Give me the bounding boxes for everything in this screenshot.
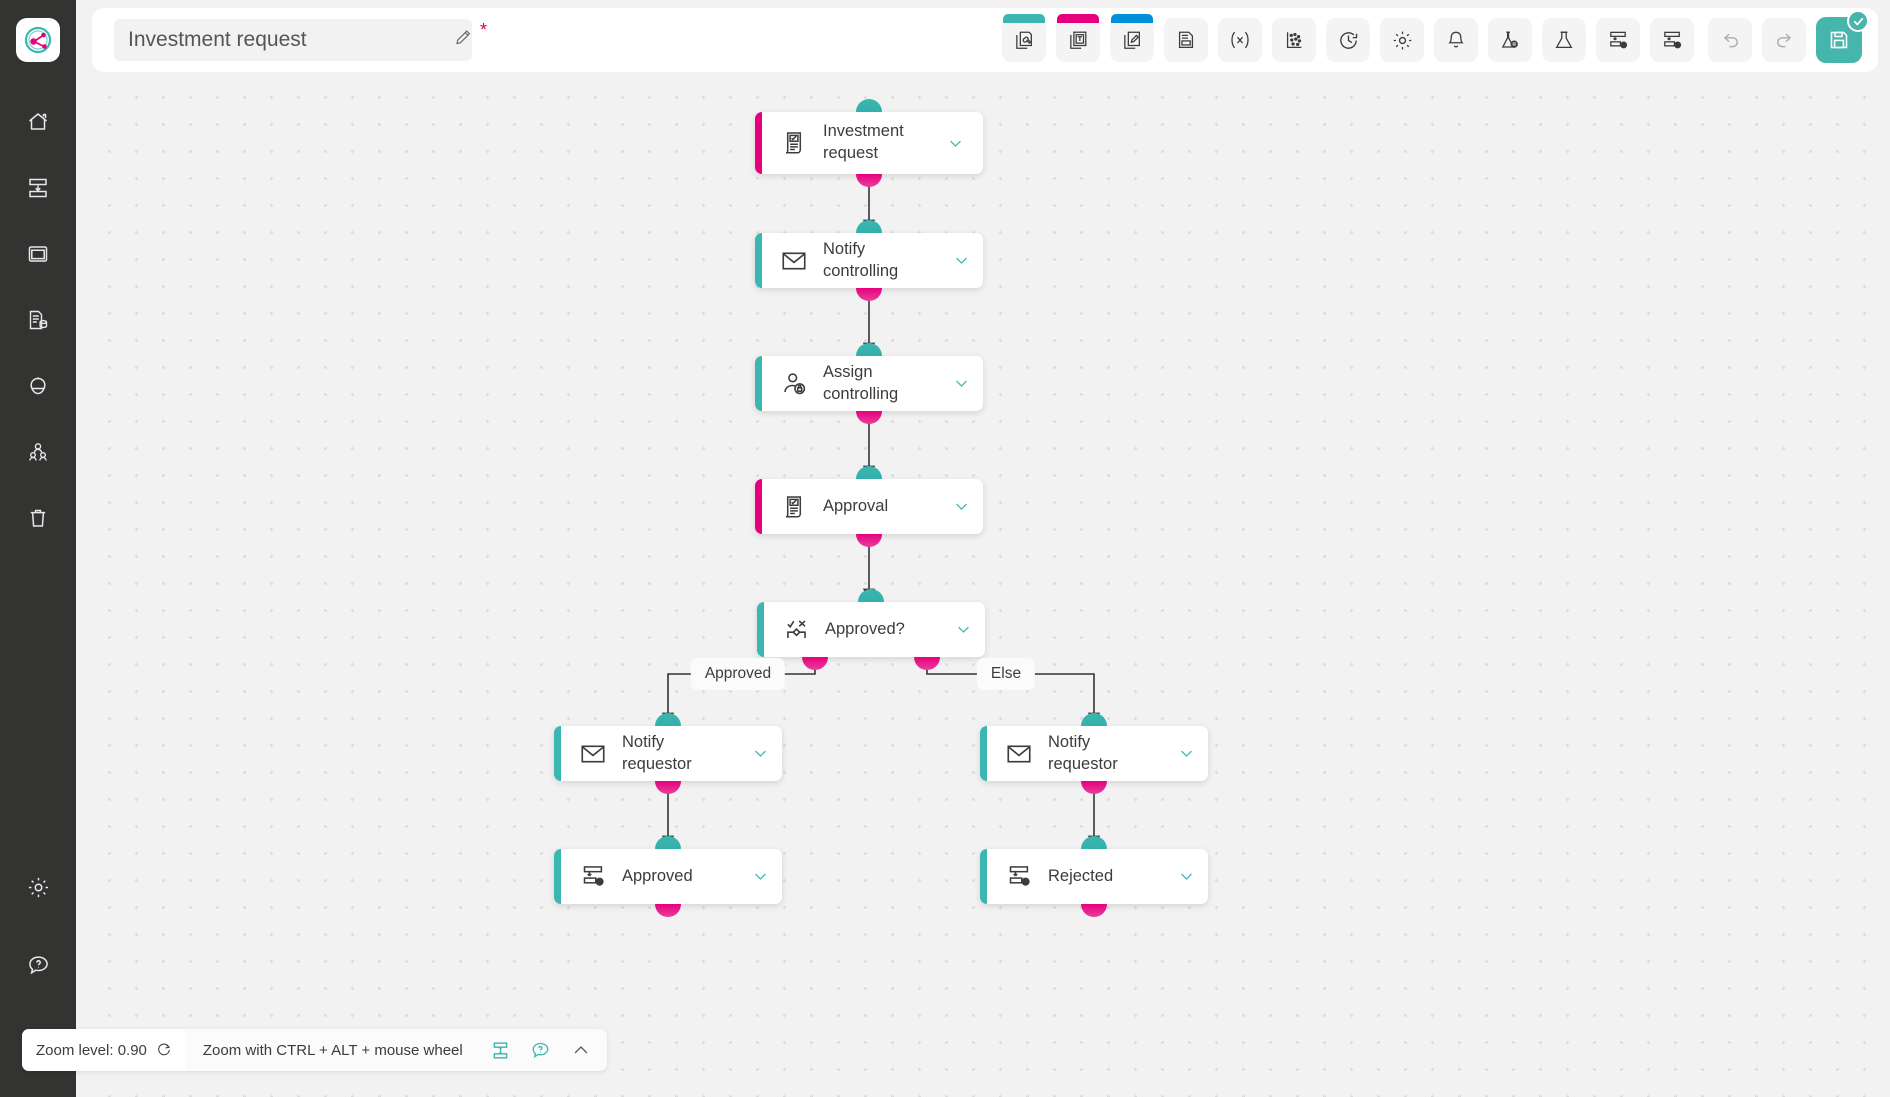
- app-logo[interactable]: [16, 18, 60, 62]
- toolbar-form-designer-button[interactable]: [1056, 14, 1100, 62]
- required-marker: *: [480, 20, 488, 40]
- node-stripe: [554, 726, 561, 781]
- node-n3[interactable]: Assign controlling: [755, 356, 983, 411]
- graph-edges: [661, 181, 1101, 849]
- chevron-down-icon[interactable]: [1164, 867, 1208, 886]
- node-label: Notify requestor: [1048, 732, 1118, 773]
- toolbar-data-points-button[interactable]: [1272, 18, 1316, 62]
- chevron-up-icon[interactable]: [561, 1030, 601, 1070]
- node-label: Notify controlling: [823, 239, 899, 280]
- svg-text:R: R: [1676, 42, 1679, 47]
- toolbar-experiment-button[interactable]: [1542, 18, 1586, 62]
- node-stripe: [757, 602, 764, 657]
- node-n6[interactable]: Notify requestor: [554, 726, 782, 781]
- node-label: Notify requestor: [622, 732, 692, 773]
- node-stripe: [755, 356, 762, 411]
- node-stripe: [755, 233, 762, 288]
- form-checklist-icon: [779, 494, 809, 520]
- node-label: Approved: [622, 866, 693, 885]
- node-label: Rejected: [1048, 866, 1114, 885]
- sidebar-item-data[interactable]: [16, 302, 60, 338]
- node-n2[interactable]: Notify controlling: [755, 233, 983, 288]
- svg-text:R: R: [1023, 880, 1027, 886]
- toolbar-undo-button[interactable]: [1708, 18, 1752, 62]
- envelope-icon: [1004, 740, 1034, 768]
- toolbar-notifications-button[interactable]: [1434, 18, 1478, 62]
- node-stripe: [980, 726, 987, 781]
- toolbar-variables-button[interactable]: [1218, 18, 1262, 62]
- envelope-icon: [578, 740, 608, 768]
- node-n4[interactable]: Approval: [755, 479, 983, 534]
- process-title-input[interactable]: [114, 19, 472, 61]
- chevron-down-icon[interactable]: [738, 867, 782, 886]
- zoom-control-bar: Zoom level: 0.90 Zoom with CTRL + ALT + …: [22, 1029, 607, 1071]
- toolbar-redo-button[interactable]: [1762, 18, 1806, 62]
- svg-text:R: R: [1622, 42, 1625, 47]
- fit-layout-icon[interactable]: [481, 1030, 521, 1070]
- node-stripe: [755, 479, 762, 534]
- chevron-down-icon[interactable]: [1164, 744, 1208, 763]
- node-n5[interactable]: Approved?: [757, 602, 985, 657]
- node-n9[interactable]: R Rejected: [980, 849, 1208, 904]
- chevron-down-icon[interactable]: [738, 744, 782, 763]
- zoom-hint-label: Zoom with CTRL + ALT + mouse wheel: [202, 1041, 463, 1059]
- node-label: Assign controlling: [823, 362, 899, 403]
- chevron-down-icon[interactable]: [933, 134, 977, 153]
- node-stripe: [980, 849, 987, 904]
- deploy-release-icon: R: [578, 863, 608, 890]
- node-stripe: [554, 849, 561, 904]
- envelope-icon: [779, 247, 809, 275]
- toolbar-buttons: R R: [1002, 10, 1869, 63]
- node-label: Approved?: [825, 619, 905, 638]
- process-title-group: *: [114, 19, 487, 61]
- chevron-down-icon[interactable]: [939, 497, 983, 516]
- process-canvas[interactable]: Investment request Notify controlling Assi…: [92, 80, 1890, 1097]
- edge-label: Else: [976, 658, 1036, 690]
- form-checklist-icon: [779, 130, 809, 156]
- toolbar-configure-process-button[interactable]: [1002, 14, 1046, 62]
- node-n8[interactable]: Notify requestor: [980, 726, 1208, 781]
- node-label: Investment request: [823, 122, 904, 162]
- process-graph: [92, 80, 1890, 1097]
- node-n1[interactable]: Investment request: [755, 112, 983, 174]
- node-stripe: [755, 112, 762, 174]
- chevron-down-icon[interactable]: [941, 620, 985, 639]
- decision-icon: [781, 616, 811, 643]
- toolbar-design-editor-button[interactable]: [1110, 14, 1154, 62]
- edge-label: Approved: [690, 658, 786, 690]
- save-status-check-icon: [1847, 10, 1869, 32]
- sidebar-item-home[interactable]: [16, 104, 60, 140]
- help-bubble-icon[interactable]: [521, 1030, 561, 1070]
- sidebar-item-models[interactable]: [16, 368, 60, 404]
- toolbar-deploy-release-secondary-button[interactable]: R: [1650, 18, 1694, 62]
- chevron-down-icon[interactable]: [939, 251, 983, 270]
- sidebar-item-help[interactable]: [16, 947, 60, 983]
- sidebar-item-users[interactable]: [16, 434, 60, 470]
- toolbar-documentation-button[interactable]: [1164, 18, 1208, 62]
- reset-circle-arrow-icon[interactable]: [156, 1042, 172, 1058]
- sidebar-item-import[interactable]: [16, 170, 60, 206]
- sidebar-item-trash[interactable]: [16, 500, 60, 536]
- node-label: Approval: [823, 496, 889, 515]
- user-lock-icon: [779, 370, 809, 397]
- node-n7[interactable]: R Approved: [554, 849, 782, 904]
- left-sidebar: [0, 0, 76, 1097]
- top-toolbar: *: [92, 8, 1878, 72]
- svg-text:R: R: [597, 880, 601, 886]
- chevron-down-icon[interactable]: [939, 374, 983, 393]
- toolbar-test-run-button[interactable]: [1488, 18, 1532, 62]
- toolbar-settings-button[interactable]: [1380, 18, 1424, 62]
- toolbar-history-button[interactable]: [1326, 18, 1370, 62]
- sidebar-item-settings[interactable]: [16, 869, 60, 905]
- deploy-release-icon: R: [1004, 863, 1034, 890]
- save-button[interactable]: [1816, 10, 1869, 63]
- zoom-level-group: Zoom level: 0.90: [22, 1029, 185, 1071]
- zoom-level-label: Zoom level: 0.90: [36, 1041, 147, 1059]
- sidebar-item-forms[interactable]: [16, 236, 60, 272]
- toolbar-deploy-release-button[interactable]: R: [1596, 18, 1640, 62]
